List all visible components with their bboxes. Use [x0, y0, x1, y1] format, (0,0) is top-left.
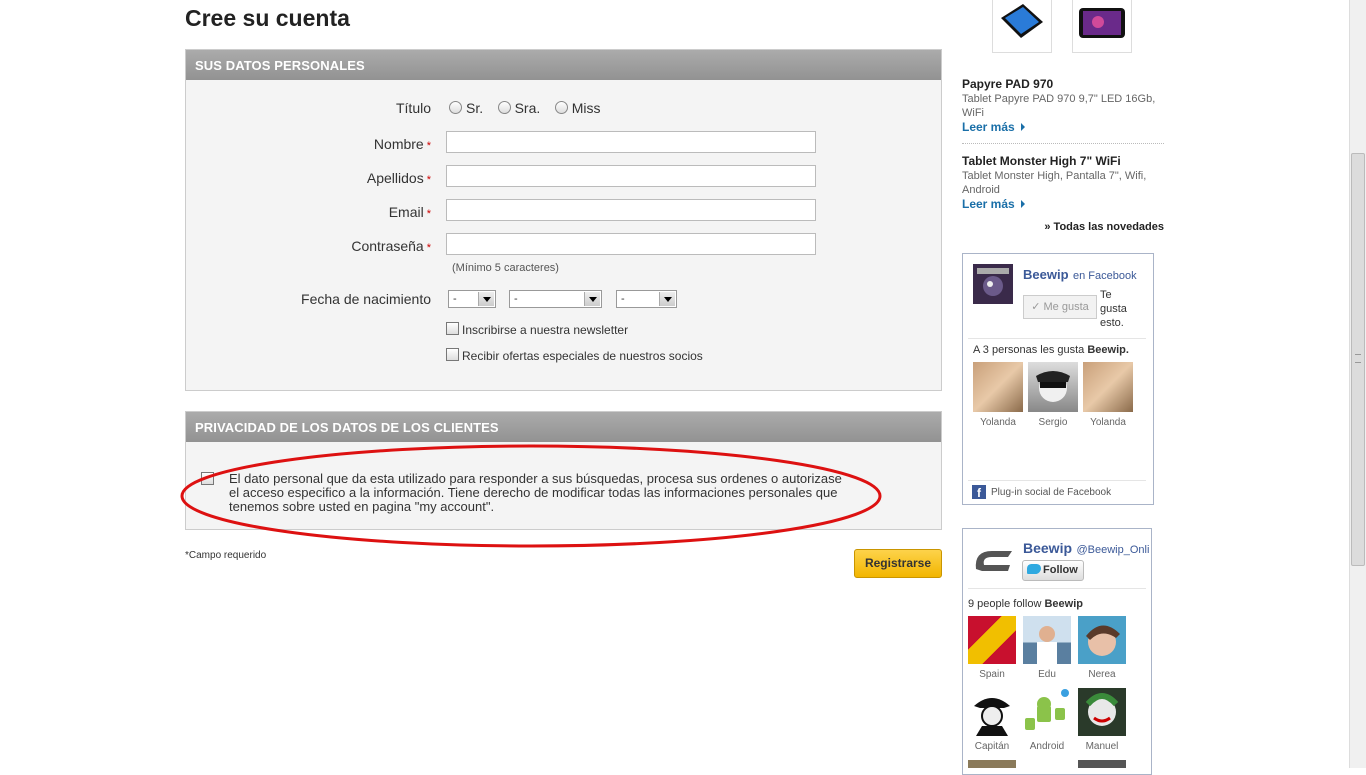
- follower-name: Edu: [1038, 669, 1056, 680]
- friend-avatar[interactable]: [973, 362, 1023, 412]
- email-label: Email *: [388, 204, 431, 220]
- tw-handle[interactable]: @Beewip_Online: [1076, 544, 1150, 556]
- required-note: *Campo requerido: [185, 550, 267, 561]
- follower-avatar[interactable]: [1023, 616, 1071, 664]
- radio-miss[interactable]: Miss: [554, 100, 601, 116]
- beewip-twitter-logo[interactable]: [972, 545, 1014, 575]
- arrow-right-icon: [1020, 123, 1025, 131]
- fb-page-name: Beewip en Facebook: [1023, 267, 1137, 282]
- follower-avatar[interactable]: [1078, 616, 1126, 664]
- follower-name: Android: [1029, 741, 1065, 752]
- friend-avatar[interactable]: [1028, 362, 1078, 412]
- personal-data-heading: SUS DATOS PERSONALES: [186, 50, 941, 80]
- product-2-desc: Tablet Monster High, Pantalla 7", Wifi, …: [962, 170, 1147, 196]
- tablet-image: [1001, 4, 1043, 38]
- last-name-label: Apellidos *: [366, 170, 431, 186]
- follower-avatar[interactable]: [968, 688, 1016, 736]
- birthdate-label: Fecha de nacimiento: [301, 291, 431, 307]
- beewip-logo-icon: [975, 551, 1012, 571]
- check-icon: ✓: [1031, 301, 1041, 313]
- divider: [968, 480, 1146, 481]
- friend-name: Yolanda: [980, 417, 1016, 428]
- product-2-read-more[interactable]: Leer más: [962, 197, 1025, 211]
- product-1-desc: Tablet Papyre PAD 970 9,7" LED 16Gb, WiF…: [962, 93, 1156, 119]
- product-thumb-2[interactable]: [1072, 0, 1132, 53]
- product-2-title[interactable]: Tablet Monster High 7" WiFi: [962, 154, 1121, 168]
- friend-avatar[interactable]: [1083, 362, 1133, 412]
- friend-name: Yolanda: [1090, 417, 1126, 428]
- newsletter-label: Inscribirse a nuestra newsletter: [462, 323, 629, 337]
- follower-avatar[interactable]: [1078, 688, 1126, 736]
- follower-name: Nerea: [1088, 669, 1116, 680]
- first-name-input[interactable]: [446, 131, 816, 153]
- product-1-read-more[interactable]: Leer más: [962, 120, 1025, 134]
- follower-avatar[interactable]: [968, 616, 1016, 664]
- chevron-down-icon: [584, 292, 600, 306]
- chevron-down-icon: [659, 292, 675, 306]
- first-name-label: Nombre *: [373, 136, 431, 152]
- password-input[interactable]: [446, 233, 816, 255]
- vertical-scrollbar[interactable]: [1349, 0, 1366, 768]
- follower-avatar[interactable]: [1078, 760, 1126, 768]
- divider: [968, 338, 1146, 339]
- birth-year-select[interactable]: -: [616, 290, 677, 308]
- register-button[interactable]: Registrarse: [854, 549, 942, 578]
- last-name-input[interactable]: [446, 165, 816, 187]
- product-thumb-1[interactable]: [992, 0, 1052, 53]
- birth-month-select[interactable]: -: [509, 290, 602, 308]
- password-hint: (Mínimo 5 caracteres): [452, 262, 559, 274]
- offers-label: Recibir ofertas especiales de nuestros s…: [462, 349, 703, 363]
- grip-icon: [1355, 354, 1361, 363]
- follower-name: Manuel: [1085, 741, 1119, 752]
- follower-avatar[interactable]: [1023, 688, 1071, 736]
- friend-name: Sergio: [1038, 417, 1068, 428]
- tw-follow-button[interactable]: Follow: [1022, 560, 1084, 581]
- tablet-image: [1079, 8, 1125, 38]
- tw-follow-count: 9 people follow Beewip: [968, 598, 1083, 610]
- follower-avatar[interactable]: [968, 760, 1016, 768]
- divider: [968, 588, 1146, 589]
- annotation-ellipse: [180, 444, 882, 548]
- twitter-bird-icon: [1027, 564, 1041, 574]
- offers-checkbox[interactable]: [446, 348, 459, 361]
- scrollbar-thumb[interactable]: [1351, 153, 1365, 566]
- fb-like-button[interactable]: ✓ Me gusta: [1023, 295, 1097, 319]
- privacy-heading: PRIVACIDAD DE LOS DATOS DE LOS CLIENTES: [186, 412, 941, 442]
- all-news-link[interactable]: » Todas las novedades: [964, 221, 1164, 233]
- page-title: Cree su cuenta: [185, 5, 350, 31]
- fb-like-count: A 3 personas les gusta Beewip.: [973, 344, 1129, 356]
- tw-profile-link[interactable]: Beewip: [1023, 540, 1072, 556]
- arrow-right-icon: [1020, 200, 1025, 208]
- chevron-down-icon: [478, 292, 494, 306]
- facebook-icon: f: [972, 485, 986, 500]
- birth-day-select[interactable]: -: [448, 290, 496, 308]
- tw-name: Beewip @Beewip_Online: [1023, 540, 1150, 558]
- fb-plugin-label[interactable]: Plug-in social de Facebook: [991, 487, 1111, 498]
- product-1-title[interactable]: Papyre PAD 970: [962, 77, 1053, 91]
- title-label: Título: [395, 100, 431, 116]
- password-label: Contraseña *: [351, 238, 431, 254]
- follower-name: Capitán: [974, 741, 1010, 752]
- radio-sra[interactable]: Sra.: [497, 100, 540, 116]
- fb-page-link[interactable]: Beewip: [1023, 267, 1069, 282]
- email-input[interactable]: [446, 199, 816, 221]
- beewip-logo-icon: [977, 268, 1009, 296]
- title-radio-group: Sr. Sra. Miss: [449, 100, 611, 118]
- radio-sr[interactable]: Sr.: [449, 100, 483, 116]
- divider: [962, 143, 1164, 144]
- newsletter-checkbox[interactable]: [446, 322, 459, 335]
- follower-name: Spain: [979, 669, 1005, 680]
- beewip-logo[interactable]: [973, 264, 1013, 304]
- fb-like-text: Te gusta esto.: [1100, 289, 1127, 329]
